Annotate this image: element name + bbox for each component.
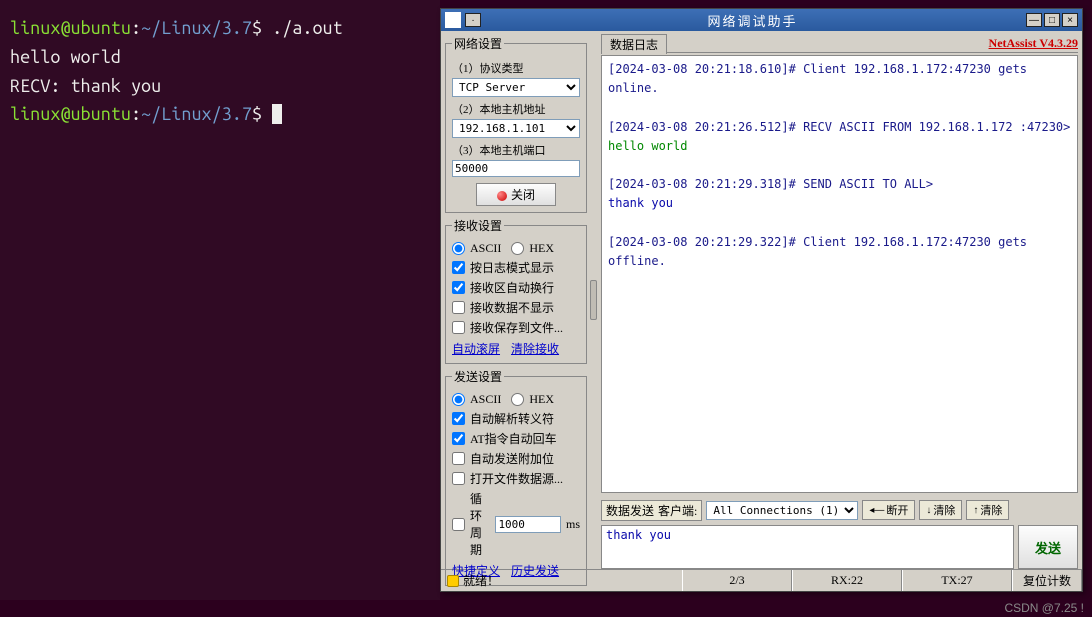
arrow-left-icon: ◂— <box>869 505 884 516</box>
recv-save-check[interactable] <box>452 321 465 334</box>
minimize-icon[interactable]: — <box>1026 13 1042 27</box>
recv-ascii-radio[interactable] <box>452 242 465 255</box>
recv-autowrap-check[interactable] <box>452 281 465 294</box>
send-input[interactable]: thank you <box>601 525 1014 569</box>
status-tx: TX:27 <box>902 570 1012 591</box>
send-button[interactable]: 发送 <box>1018 525 1078 569</box>
recv-logmode-check[interactable] <box>452 261 465 274</box>
cursor <box>272 104 282 124</box>
log-line: [2024-03-08 20:21:29.318]# SEND ASCII TO… <box>608 175 1071 194</box>
send-atreturn-check[interactable] <box>452 432 465 445</box>
terminal-output: hello world <box>10 43 430 72</box>
port-label: （3）本地主机端口 <box>452 142 580 158</box>
window-title: 网络调试助手 <box>481 11 1024 30</box>
status-rx: RX:22 <box>792 570 902 591</box>
network-settings-legend: 网络设置 <box>452 35 504 52</box>
status-count: 2/3 <box>682 570 792 591</box>
log-area[interactable]: [2024-03-08 20:21:18.610]# Client 192.16… <box>601 55 1078 493</box>
port-input[interactable] <box>452 160 580 177</box>
terminal-line: linux@ubuntu:~/Linux/3.7$ ./a.out <box>10 14 430 43</box>
send-bar: 数据发送 客户端: All Connections (1) ◂—断开 ↓清除 ↑… <box>601 499 1078 521</box>
host-label: （2）本地主机地址 <box>452 101 580 117</box>
log-line: [2024-03-08 20:21:26.512]# RECV ASCII FR… <box>608 118 1071 137</box>
log-line: hello world <box>608 137 1071 156</box>
send-autoparse-check[interactable] <box>452 412 465 425</box>
prompt-user: linux@ubuntu <box>10 18 131 38</box>
host-select[interactable]: 192.168.1.101 <box>452 119 580 138</box>
left-panel: 网络设置 （1）协议类型 TCP Server （2）本地主机地址 192.16… <box>441 31 591 569</box>
terminal-cmd: ./a.out <box>272 18 343 38</box>
close-connection-button[interactable]: 关闭 <box>476 183 556 206</box>
log-tab[interactable]: 数据日志 <box>601 34 667 54</box>
reset-count-button[interactable]: 复位计数 <box>1012 570 1082 591</box>
app-icon <box>445 12 461 28</box>
autoscroll-link[interactable]: 自动滚屏 <box>452 342 500 356</box>
send-hex-radio[interactable] <box>511 393 524 406</box>
ready-icon <box>447 575 459 587</box>
recv-hex-radio[interactable] <box>511 242 524 255</box>
close-icon[interactable]: × <box>1062 13 1078 27</box>
log-line: [2024-03-08 20:21:29.322]# Client 192.16… <box>608 233 1071 271</box>
send-settings-legend: 发送设置 <box>452 368 504 385</box>
version-link[interactable]: NetAssist V4.3.29 <box>989 36 1078 51</box>
terminal-output: RECV: thank you <box>10 72 430 101</box>
log-line: [2024-03-08 20:21:18.610]# Client 192.16… <box>608 60 1071 98</box>
arrow-down-icon: ↓ <box>926 505 931 516</box>
status-ready: 就绪！ <box>441 572 682 589</box>
terminal[interactable]: linux@ubuntu:~/Linux/3.7$ ./a.out hello … <box>0 0 440 600</box>
prompt-path: ~/Linux/3.7 <box>141 18 252 38</box>
clear-recv-link[interactable]: 清除接收 <box>511 342 559 356</box>
log-line: thank you <box>608 194 1071 213</box>
terminal-line: linux@ubuntu:~/Linux/3.7$ <box>10 100 430 129</box>
send-cycle-check[interactable] <box>452 518 465 531</box>
recv-hide-check[interactable] <box>452 301 465 314</box>
pin-icon[interactable]: · <box>465 13 481 27</box>
send-label: 数据发送 <box>606 502 654 519</box>
record-icon <box>497 191 507 201</box>
recv-settings-legend: 接收设置 <box>452 217 504 234</box>
titlebar[interactable]: · 网络调试助手 — □ × <box>441 9 1082 31</box>
recv-settings: 接收设置 ASCII HEX 按日志模式显示 接收区自动换行 接收数据不显示 接… <box>445 217 587 364</box>
protocol-select[interactable]: TCP Server <box>452 78 580 97</box>
send-autoappend-check[interactable] <box>452 452 465 465</box>
watermark: CSDN @7.25 ! <box>1004 601 1084 615</box>
netassist-window: · 网络调试助手 — □ × 网络设置 （1）协议类型 TCP Server （… <box>440 8 1083 592</box>
send-ascii-radio[interactable] <box>452 393 465 406</box>
send-openfile-check[interactable] <box>452 472 465 485</box>
disconnect-button[interactable]: ◂—断开 <box>862 500 915 520</box>
clear-down-button[interactable]: ↓清除 <box>919 500 962 520</box>
network-settings: 网络设置 （1）协议类型 TCP Server （2）本地主机地址 192.16… <box>445 35 587 213</box>
statusbar: 就绪！ 2/3 RX:22 TX:27 复位计数 <box>441 569 1082 591</box>
cycle-input[interactable] <box>495 516 561 533</box>
arrow-up-icon: ↑ <box>973 505 978 516</box>
drag-handle-icon[interactable] <box>590 280 597 320</box>
right-panel: 数据日志 NetAssist V4.3.29 [2024-03-08 20:21… <box>597 31 1082 569</box>
client-label: 客户端: <box>658 502 697 519</box>
maximize-icon[interactable]: □ <box>1044 13 1060 27</box>
send-settings: 发送设置 ASCII HEX 自动解析转义符 AT指令自动回车 自动发送附加位 … <box>445 368 587 586</box>
clear-up-button[interactable]: ↑清除 <box>966 500 1009 520</box>
connection-select[interactable]: All Connections (1) <box>706 501 858 520</box>
protocol-label: （1）协议类型 <box>452 60 580 76</box>
